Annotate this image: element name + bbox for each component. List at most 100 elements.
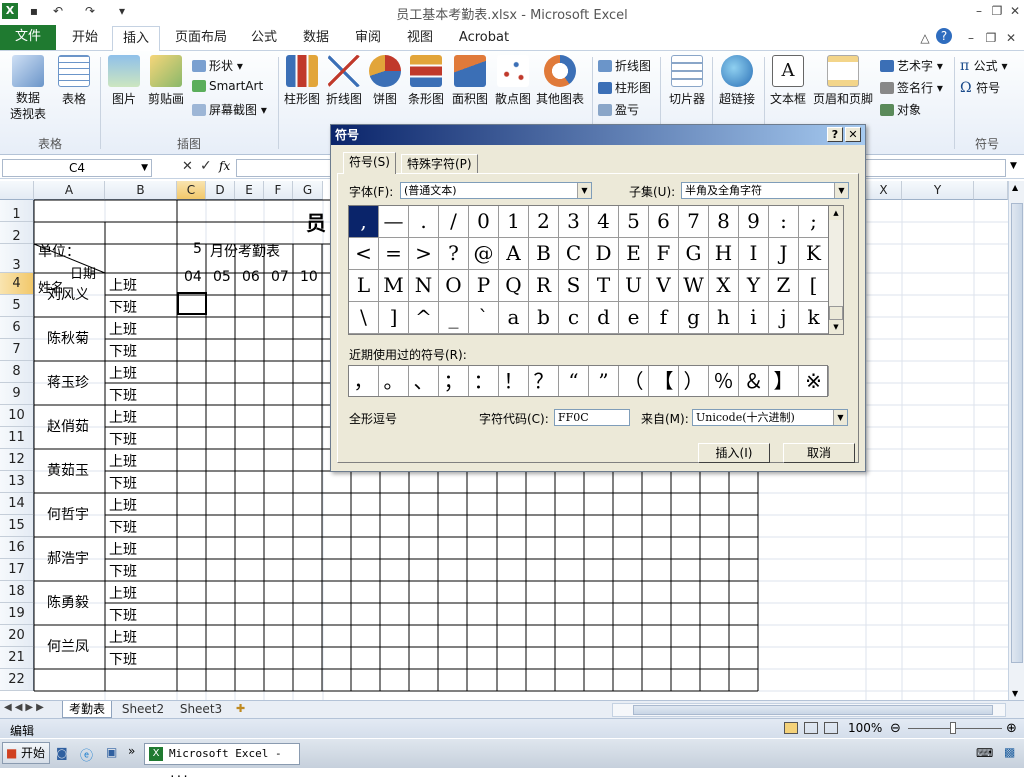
symbol-grid[interactable]: , —./0 1 2 3 4 5 6 7 8 9:; < = >? @ A B C D E F G H I J K L M N O P Q R S… [348, 205, 829, 335]
symbol-cell[interactable]: 0 [469, 206, 499, 238]
symbol-cell[interactable]: 2 [529, 206, 559, 238]
tab-file[interactable]: 文件 [0, 25, 56, 50]
symbol-cell[interactable]: k [799, 302, 829, 334]
symbol-cell[interactable]: O [439, 270, 469, 302]
other-charts-button[interactable]: 其他图表 [534, 55, 586, 107]
recent-symbol-cell[interactable]: 】 [769, 366, 799, 396]
symbol-cell[interactable]: h [709, 302, 739, 334]
recent-symbol-cell[interactable]: ％ [709, 366, 739, 396]
sheet-tab-sheet2[interactable]: Sheet2 [118, 702, 168, 718]
equation-button[interactable]: π 公式 ▾ [960, 57, 1008, 74]
doc-restore-icon[interactable]: ❐ [982, 29, 1000, 47]
active-cell-c4[interactable] [177, 292, 207, 315]
symbol-cell[interactable]: g [679, 302, 709, 334]
symbol-cell[interactable]: A [499, 238, 529, 270]
tab-special-characters[interactable]: 特殊字符(P) [401, 154, 478, 174]
symbol-cell[interactable]: ? [439, 238, 469, 270]
symbol-cell[interactable]: c [559, 302, 589, 334]
cancel-button[interactable]: 取消 [783, 443, 855, 463]
symbol-cell[interactable]: E [619, 238, 649, 270]
font-select[interactable]: (普通文本) ▼ [400, 182, 592, 199]
from-select[interactable]: Unicode(十六进制) ▼ [692, 409, 848, 426]
char-code-input[interactable]: FF0C [554, 409, 630, 426]
symbol-cell[interactable]: S [559, 270, 589, 302]
sparkline-column-button[interactable]: 柱形图 [598, 79, 651, 96]
taskbar-excel-button[interactable]: X Microsoft Excel - ... [144, 743, 300, 780]
pivot-table-button[interactable]: 数据 透视表 [4, 55, 52, 122]
symbol-cell[interactable]: X [709, 270, 739, 302]
new-sheet-icon[interactable]: ✚ [236, 702, 256, 715]
tab-home[interactable]: 开始 [62, 26, 108, 51]
symbol-cell[interactable]: d [589, 302, 619, 334]
restore-icon[interactable]: ❐ [988, 2, 1006, 20]
symbol-cell[interactable]: K [799, 238, 829, 270]
slicer-button[interactable]: 切片器 [666, 55, 708, 107]
recent-symbol-cell[interactable]: 、 [409, 366, 439, 396]
symbol-cell[interactable]: / [439, 206, 469, 238]
symbol-cell[interactable]: J [769, 238, 799, 270]
more-icon[interactable]: » [128, 744, 135, 758]
symbol-cell[interactable]: D [589, 238, 619, 270]
textbox-button[interactable]: A 文本框 [768, 55, 808, 107]
symbol-scroll-thumb[interactable] [829, 306, 843, 320]
symbol-cell[interactable]: < [349, 238, 379, 270]
sheet-nav-icon[interactable]: ◀◀▶▶ [4, 702, 47, 713]
symbol-cell[interactable]: j [769, 302, 799, 334]
dialog-title-bar[interactable]: 符号 ? ✕ [331, 125, 865, 145]
symbol-cell[interactable]: 1 [499, 206, 529, 238]
symbol-cell[interactable]: _ [439, 302, 469, 334]
scroll-up-icon[interactable]: ▲ [1012, 183, 1018, 192]
symbol-cell[interactable]: I [739, 238, 769, 270]
recent-symbol-cell[interactable]: ＆ [739, 366, 769, 396]
zoom-level[interactable]: 100% [848, 721, 882, 735]
tab-page-layout[interactable]: 页面布局 [168, 26, 234, 51]
bar-chart-button[interactable]: 条形图 [406, 55, 446, 107]
collapse-ribbon-icon[interactable]: △ [916, 29, 934, 47]
cancel-entry-icon[interactable]: ✕ [182, 159, 193, 174]
scatter-chart-button[interactable]: 散点图 [494, 55, 532, 107]
scroll-down-icon[interactable]: ▼ [829, 320, 843, 334]
symbol-cell[interactable]: > [409, 238, 439, 270]
symbol-cell[interactable]: 3 [559, 206, 589, 238]
symbol-cell[interactable]: 6 [649, 206, 679, 238]
vertical-scroll-thumb[interactable] [1011, 203, 1023, 663]
symbol-cell[interactable]: 8 [709, 206, 739, 238]
recent-symbols-grid[interactable]: ，。、；：！？ “” （【）％＆】 ※ [348, 365, 829, 397]
help-icon[interactable]: ? [936, 28, 952, 44]
page-break-view-icon[interactable] [824, 722, 838, 734]
column-chart-button[interactable]: 柱形图 [282, 55, 322, 107]
shapes-button[interactable]: 形状 ▾ [192, 57, 243, 74]
media-icon[interactable]: ▣ [106, 745, 117, 759]
symbol-cell[interactable]: C [559, 238, 589, 270]
recent-symbol-cell[interactable]: （ [619, 366, 649, 396]
table-button[interactable]: 表格 [56, 55, 92, 107]
recent-symbol-cell[interactable]: 。 [379, 366, 409, 396]
close-icon[interactable]: ✕ [1006, 2, 1024, 20]
enter-entry-icon[interactable]: ✓ [200, 158, 212, 174]
symbol-cell[interactable]: . [409, 206, 439, 238]
recent-symbol-cell[interactable]: ） [679, 366, 709, 396]
recent-symbol-cell[interactable]: ； [439, 366, 469, 396]
symbol-cell[interactable]: 7 [679, 206, 709, 238]
symbol-cell[interactable]: = [379, 238, 409, 270]
signature-line-button[interactable]: 签名行 ▾ [880, 79, 943, 96]
symbol-cell[interactable]: 4 [589, 206, 619, 238]
symbol-cell[interactable]: 9 [739, 206, 769, 238]
symbol-cell[interactable]: e [619, 302, 649, 334]
symbol-cell[interactable]: N [409, 270, 439, 302]
symbol-cell[interactable]: — [379, 206, 409, 238]
tab-data[interactable]: 数据 [294, 26, 338, 51]
quicklaunch-icon[interactable]: ◙ [56, 746, 68, 760]
symbol-cell[interactable]: V [649, 270, 679, 302]
horizontal-scrollbar[interactable] [612, 703, 1006, 717]
recent-symbol-cell[interactable]: ？ [529, 366, 559, 396]
recent-symbol-cell[interactable]: ： [469, 366, 499, 396]
tab-symbols[interactable]: 符号(S) [343, 152, 396, 174]
zoom-slider-thumb[interactable] [950, 722, 956, 734]
symbol-cell[interactable]: R [529, 270, 559, 302]
insert-function-icon[interactable]: fx [219, 159, 230, 173]
zoom-in-icon[interactable]: ⊕ [1006, 721, 1017, 736]
symbol-cell[interactable]: f [649, 302, 679, 334]
symbol-cell[interactable]: T [589, 270, 619, 302]
area-chart-button[interactable]: 面积图 [450, 55, 490, 107]
